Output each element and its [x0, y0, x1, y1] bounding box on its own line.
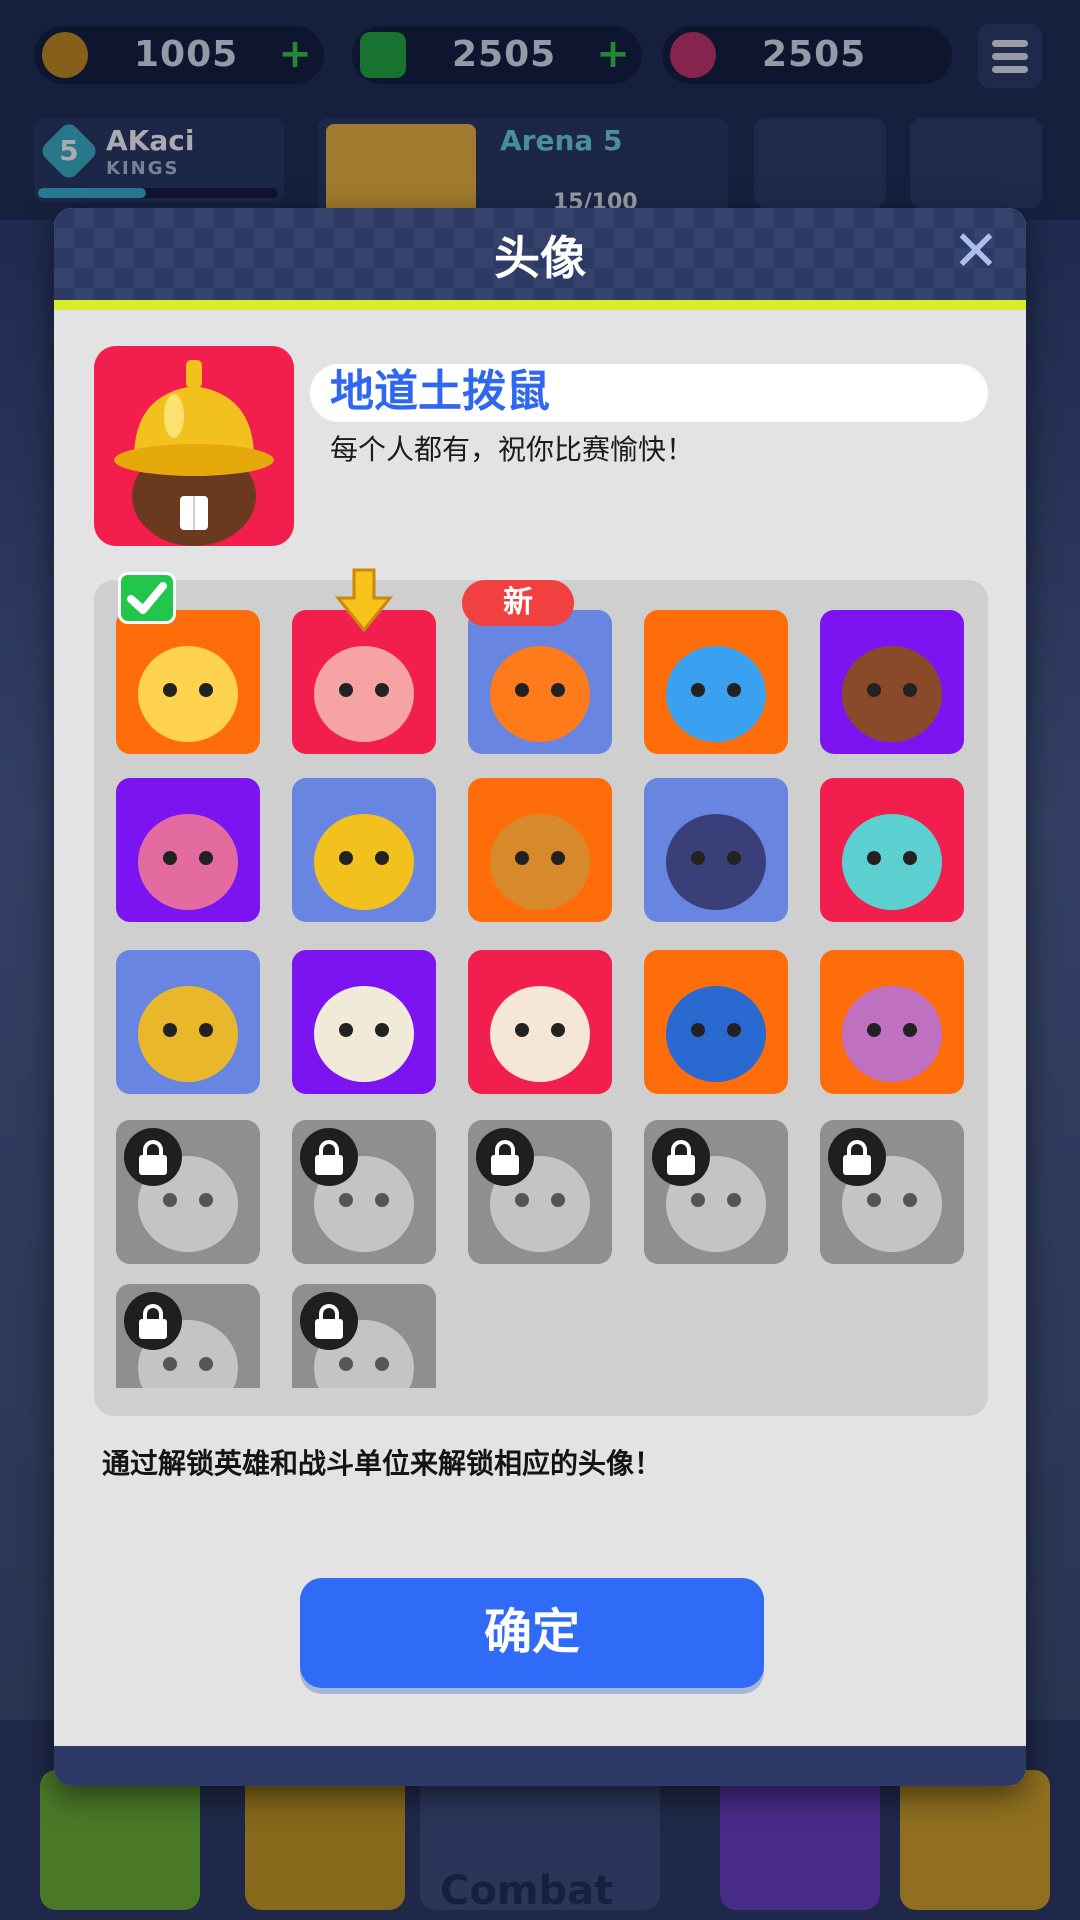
avatar-tile[interactable] — [292, 778, 436, 922]
lock-icon — [300, 1292, 358, 1350]
avatar-tile[interactable] — [292, 950, 436, 1094]
lock-icon — [652, 1128, 710, 1186]
cloud-hat-avatar-icon — [490, 986, 590, 1082]
selected-avatar — [94, 346, 294, 546]
lion-avatar-icon — [490, 814, 590, 910]
lock-icon — [124, 1292, 182, 1350]
avatar-tile[interactable] — [468, 778, 612, 922]
avatar-tile[interactable] — [820, 950, 964, 1094]
lock-icon — [124, 1128, 182, 1186]
avatar-tile[interactable] — [116, 1284, 260, 1388]
blue-mouse-avatar-icon — [666, 986, 766, 1082]
blue-hat-avatar-icon — [666, 646, 766, 742]
avatar-tile[interactable] — [468, 950, 612, 1094]
avatar-tile[interactable] — [468, 610, 612, 754]
avatar-tile[interactable] — [292, 1284, 436, 1388]
doberman-avatar-icon — [842, 646, 942, 742]
avatar-tile[interactable] — [644, 610, 788, 754]
gold-knight-avatar-icon — [138, 986, 238, 1082]
chick-helmet-avatar-icon — [314, 814, 414, 910]
avatar-name-field: 地道土拨鼠 — [310, 364, 988, 422]
avatar-tile[interactable] — [820, 1120, 964, 1264]
shark-avatar-icon — [842, 814, 942, 910]
close-icon: ✕ — [952, 219, 1000, 284]
header-accent-line — [54, 300, 1026, 310]
equipped-check-icon — [118, 572, 176, 624]
cat-robot-avatar-icon — [666, 814, 766, 910]
pink-bunny-avatar-icon — [138, 814, 238, 910]
avatar-tile[interactable] — [644, 950, 788, 1094]
avatar-tile[interactable] — [644, 1120, 788, 1264]
avatar-tile[interactable] — [116, 950, 260, 1094]
avatar-tile[interactable] — [820, 778, 964, 922]
avatar-tile[interactable] — [820, 610, 964, 754]
down-arrow-icon — [334, 568, 394, 634]
modal-title: 头像 — [494, 231, 586, 285]
avatar-tile[interactable] — [116, 610, 260, 754]
confirm-button[interactable]: 确定 — [300, 1578, 764, 1688]
avatar-description: 每个人都有，祝你比赛愉快！ — [330, 433, 695, 466]
goggle-monster-avatar-icon — [842, 986, 942, 1082]
avatar-tile[interactable] — [468, 1120, 612, 1264]
fox-avatar-icon — [490, 646, 590, 742]
avatar-tile[interactable] — [116, 778, 260, 922]
eagle-avatar-icon — [138, 646, 238, 742]
avatar-modal: 头像 ✕ 地道土拨鼠 每个人都有，祝你比赛愉快！ 新 通过解锁英雄和战斗单位来解… — [54, 208, 1026, 1786]
bell-beaver-avatar-icon — [114, 360, 274, 546]
walrus-avatar-icon — [314, 986, 414, 1082]
close-button[interactable]: ✕ — [952, 224, 1000, 280]
avatar-grid: 新 — [94, 568, 988, 1416]
avatar-tile[interactable] — [116, 1120, 260, 1264]
modal-footer — [54, 1746, 1026, 1786]
new-badge: 新 — [462, 580, 574, 626]
lock-icon — [476, 1128, 534, 1186]
unlock-hint: 通过解锁英雄和战斗单位来解锁相应的头像！ — [102, 1447, 663, 1480]
lock-icon — [300, 1128, 358, 1186]
avatar-tile[interactable] — [644, 778, 788, 922]
avatar-tile[interactable] — [292, 1120, 436, 1264]
lock-icon — [828, 1128, 886, 1186]
